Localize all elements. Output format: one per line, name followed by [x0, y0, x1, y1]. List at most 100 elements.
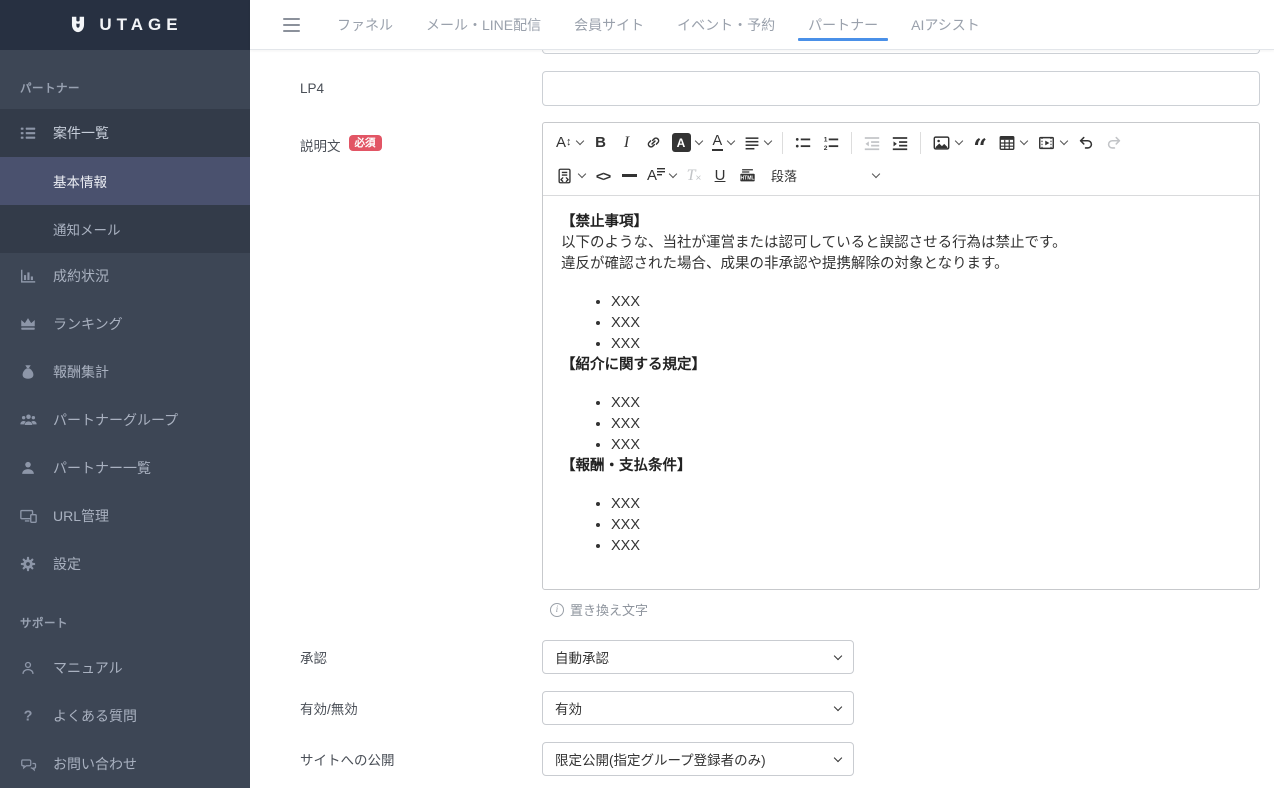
svg-text:HTML: HTML — [741, 175, 755, 181]
list-item: XXX — [611, 494, 1241, 515]
tab-ai-assist[interactable]: AIアシスト — [911, 0, 980, 50]
person-outline-icon — [16, 659, 40, 677]
italic-button[interactable]: I — [614, 126, 640, 159]
sidebar-item-partner-list[interactable]: パートナー一覧 — [0, 444, 250, 492]
gear-icon — [16, 555, 40, 573]
sidebar-item-label: 報酬集計 — [53, 362, 109, 382]
lp4-label: LP4 — [300, 71, 542, 106]
image-button[interactable] — [927, 126, 967, 159]
approval-label: 承認 — [300, 640, 542, 674]
undo-button[interactable] — [1072, 126, 1100, 159]
bg-color-icon: A — [672, 133, 691, 152]
clear-format-button[interactable]: T× — [681, 159, 707, 192]
sidebar-item-label: URL管理 — [53, 506, 109, 526]
site-publish-select-value: 限定公開(指定グループ登録者のみ) — [555, 749, 766, 769]
tab-funnel[interactable]: ファネル — [337, 0, 393, 50]
list-item: XXX — [611, 393, 1241, 414]
chevron-down-icon — [872, 170, 880, 178]
table-button[interactable] — [993, 126, 1032, 159]
list-item: XXX — [611, 414, 1241, 435]
blockquote-button[interactable]: “ — [967, 126, 993, 159]
background-color-button[interactable]: A — [667, 126, 707, 159]
sidebar-item-partner-group[interactable]: パートナーグループ — [0, 396, 250, 444]
sidebar-item-contact[interactable]: お問い合わせ — [0, 740, 250, 788]
tab-partner[interactable]: パートナー — [808, 0, 878, 50]
editor-content[interactable]: 【禁止事項】 以下のような、当社が運営または認可していると誤認させる行為は禁止で… — [543, 196, 1259, 589]
enabled-select[interactable]: 有効 — [542, 691, 854, 725]
list-item: XXX — [611, 536, 1241, 557]
numbered-list-button[interactable]: 12 — [817, 126, 845, 159]
redo-button[interactable] — [1100, 126, 1128, 159]
sidebar-item-label: 通知メール — [53, 219, 121, 239]
cutoff-input-above[interactable] — [542, 50, 1260, 54]
sidebar-item-reward-summary[interactable]: 報酬集計 — [0, 348, 250, 396]
editor-bullet-list: XXX XXX XXX — [561, 494, 1241, 557]
devices-icon — [16, 507, 40, 525]
sidebar-item-faq[interactable]: ? よくある質問 — [0, 692, 250, 740]
sidebar-item-case-list[interactable]: 案件一覧 — [0, 109, 250, 157]
crown-icon — [16, 315, 40, 333]
svg-text:?: ? — [24, 709, 33, 725]
toolbar-separator — [851, 132, 852, 154]
sidebar-section-partner: パートナー — [0, 50, 250, 109]
html-source-button[interactable]: HTML — [733, 159, 762, 192]
editor-bullet-list: XXX XXX XXX — [561, 393, 1241, 456]
text-color-button[interactable]: A — [707, 126, 740, 159]
main-area: ファネル メール・LINE配信 会員サイト イベント・予約 パートナー AIアシ… — [250, 0, 1274, 788]
sidebar-item-label: 設定 — [53, 554, 81, 574]
sidebar-item-ranking[interactable]: ランキング — [0, 300, 250, 348]
sidebar-item-basic-info[interactable]: 基本情報 — [0, 157, 250, 205]
sidebar-item-label: ランキング — [53, 314, 123, 334]
sidebar-item-label: 成約状況 — [53, 266, 109, 286]
chevron-down-icon — [575, 137, 583, 145]
bold-button[interactable]: B — [588, 126, 614, 159]
tab-mail-line[interactable]: メール・LINE配信 — [426, 0, 541, 50]
top-navigation: ファネル メール・LINE配信 会員サイト イベント・予約 パートナー AIアシ… — [250, 0, 1274, 50]
chevron-down-icon — [955, 137, 963, 145]
svg-text:2: 2 — [824, 144, 828, 151]
chevron-down-icon — [1060, 137, 1068, 145]
font-size-button[interactable]: A↕ — [551, 126, 588, 159]
chart-bar-icon — [16, 267, 40, 285]
info-icon: i — [550, 603, 564, 617]
editor-heading: 【報酬・支払条件】 — [561, 456, 1241, 477]
hamburger-menu-icon[interactable] — [283, 18, 300, 32]
approval-select[interactable]: 自動承認 — [542, 640, 854, 674]
lp4-input[interactable] — [542, 71, 1260, 106]
indent-button[interactable] — [886, 126, 914, 159]
font-family-button[interactable]: A — [642, 159, 681, 192]
horizontal-rule-button[interactable] — [616, 159, 642, 192]
tab-event-booking[interactable]: イベント・予約 — [677, 0, 775, 50]
paragraph-format-select[interactable]: 段落 — [766, 159, 884, 192]
sidebar-item-settings[interactable]: 設定 — [0, 540, 250, 588]
toolbar-separator — [920, 132, 921, 154]
sidebar-item-label: パートナーグループ — [53, 410, 178, 430]
description-label: 説明文 — [300, 135, 341, 155]
sidebar-item-url-management[interactable]: URL管理 — [0, 492, 250, 540]
sidebar-item-manual[interactable]: マニュアル — [0, 644, 250, 692]
code-button[interactable]: <> — [590, 159, 616, 192]
template-button[interactable] — [551, 159, 590, 192]
media-button[interactable] — [1032, 126, 1072, 159]
money-bag-icon — [16, 363, 40, 381]
site-publish-label: サイトへの公開 — [300, 742, 542, 776]
text-color-icon: A — [712, 134, 724, 151]
chevron-down-icon — [694, 137, 702, 145]
underline-button[interactable]: U — [707, 159, 733, 192]
tab-member-site[interactable]: 会員サイト — [574, 0, 644, 50]
editor-paragraph: 違反が確認された場合、成果の非承認や提携解除の対象となります。 — [561, 254, 1241, 275]
outdent-button[interactable] — [858, 126, 886, 159]
sidebar-section-support: サポート — [0, 587, 250, 644]
sidebar-item-contract-status[interactable]: 成約状況 — [0, 253, 250, 301]
site-publish-select[interactable]: 限定公開(指定グループ登録者のみ) — [542, 742, 854, 776]
chevron-down-icon — [727, 137, 735, 145]
replacement-text-note[interactable]: i 置き換え文字 — [542, 600, 1260, 619]
logo[interactable]: UTAGE — [0, 0, 250, 50]
align-button[interactable] — [739, 126, 776, 159]
sidebar-item-label: 基本情報 — [53, 171, 107, 191]
bullet-list-button[interactable] — [789, 126, 817, 159]
sidebar-item-notification-mail[interactable]: 通知メール — [0, 205, 250, 253]
approval-select-value: 自動承認 — [555, 647, 609, 667]
link-button[interactable] — [640, 126, 667, 159]
editor-heading: 【紹介に関する規定】 — [561, 355, 1241, 376]
